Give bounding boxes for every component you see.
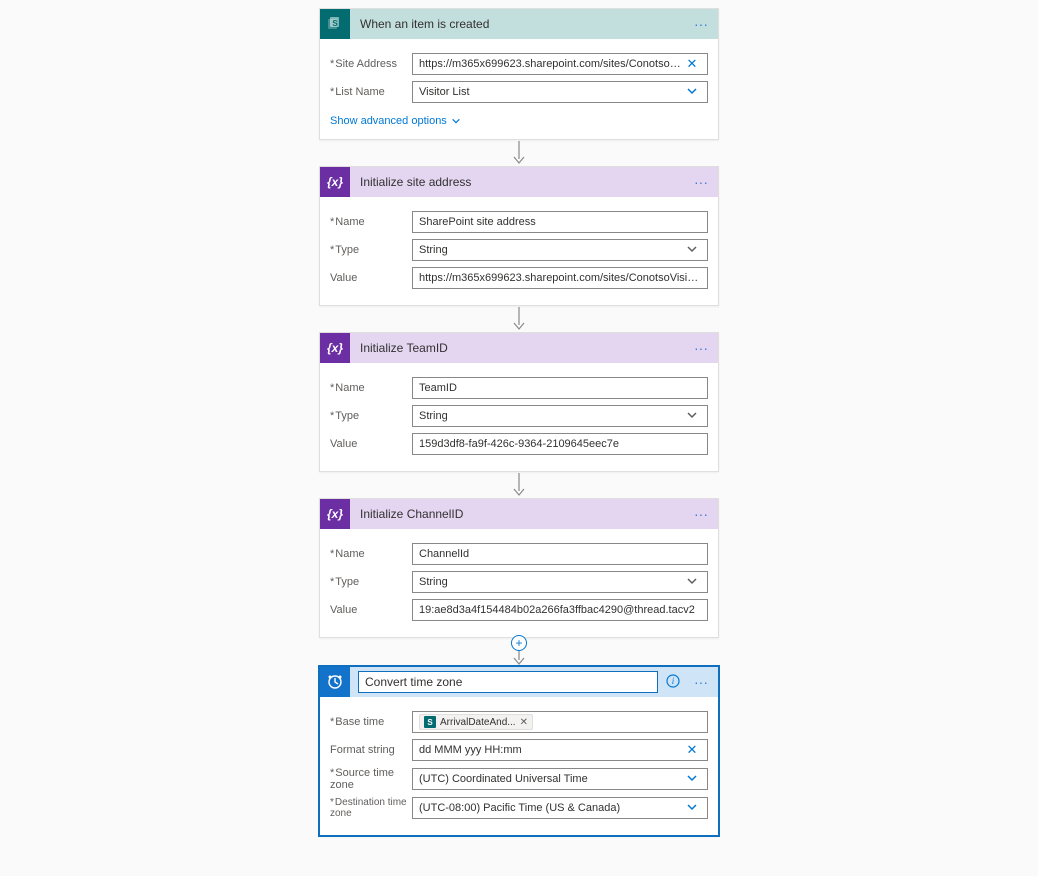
ellipsis-icon[interactable]: ···: [690, 339, 712, 357]
ellipsis-icon[interactable]: ···: [690, 173, 712, 191]
name-input[interactable]: ChannelId: [412, 543, 708, 565]
site-address-input[interactable]: https://m365x699623.sharepoint.com/sites…: [412, 53, 708, 75]
variable-card-site-address: {x} Initialize site address ··· *Name Sh…: [319, 166, 719, 306]
ellipsis-icon[interactable]: ···: [690, 673, 712, 691]
show-advanced-options-link[interactable]: Show advanced options: [330, 115, 461, 127]
chevron-down-icon[interactable]: [683, 243, 701, 258]
chevron-down-icon[interactable]: [683, 772, 701, 787]
name-input[interactable]: TeamID: [412, 377, 708, 399]
name-label: *Name: [330, 216, 412, 228]
connector-arrow[interactable]: [319, 472, 719, 498]
name-label: *Name: [330, 382, 412, 394]
variable-title: Initialize ChannelID: [350, 507, 690, 521]
svg-text:i: i: [672, 676, 675, 686]
variable-card-teamid: {x} Initialize TeamID ··· *Name TeamID *…: [319, 332, 719, 472]
format-string-label: Format string: [330, 744, 412, 756]
variable-icon: {x}: [320, 499, 350, 529]
name-label: *Name: [330, 548, 412, 560]
convert-header[interactable]: Convert time zone i ···: [320, 667, 718, 697]
connector-arrow[interactable]: [319, 140, 719, 166]
value-input[interactable]: https://m365x699623.sharepoint.com/sites…: [412, 267, 708, 289]
chevron-down-icon[interactable]: [683, 575, 701, 590]
value-label: Value: [330, 604, 412, 616]
variable-header[interactable]: {x} Initialize ChannelID ···: [320, 499, 718, 529]
convert-time-zone-card: Convert time zone i ··· *Base time S Arr…: [319, 666, 719, 836]
chevron-down-icon[interactable]: [683, 801, 701, 816]
base-time-input[interactable]: S ArrivalDateAnd... ✕: [412, 711, 708, 733]
action-title-input[interactable]: Convert time zone: [358, 671, 658, 693]
type-label: *Type: [330, 576, 412, 588]
variable-card-channelid: {x} Initialize ChannelID ··· *Name Chann…: [319, 498, 719, 638]
source-tz-label: *Source time zone: [330, 767, 412, 791]
dynamic-content-token[interactable]: S ArrivalDateAnd... ✕: [419, 714, 533, 730]
add-step-button[interactable]: +: [511, 635, 527, 651]
type-label: *Type: [330, 244, 412, 256]
type-input[interactable]: String: [412, 405, 708, 427]
clear-icon[interactable]: ✕: [683, 742, 701, 758]
site-address-label: *Site Address: [330, 58, 412, 70]
connector-arrow[interactable]: [319, 306, 719, 332]
variable-title: Initialize site address: [350, 175, 690, 189]
sharepoint-icon: S: [320, 9, 350, 39]
dest-tz-input[interactable]: (UTC-08:00) Pacific Time (US & Canada): [412, 797, 708, 819]
variable-icon: {x}: [320, 333, 350, 363]
value-input[interactable]: 19:ae8d3a4f154484b02a266fa3ffbac4290@thr…: [412, 599, 708, 621]
name-input[interactable]: SharePoint site address: [412, 211, 708, 233]
trigger-title: When an item is created: [350, 17, 690, 31]
ellipsis-icon[interactable]: ···: [690, 15, 712, 33]
ellipsis-icon[interactable]: ···: [690, 505, 712, 523]
type-label: *Type: [330, 410, 412, 422]
chevron-down-icon[interactable]: [683, 409, 701, 424]
sharepoint-icon: S: [424, 716, 436, 728]
variable-header[interactable]: {x} Initialize TeamID ···: [320, 333, 718, 363]
format-string-input[interactable]: dd MMM yyy HH:mm ✕: [412, 739, 708, 761]
remove-token-icon[interactable]: ✕: [520, 717, 528, 728]
trigger-header[interactable]: S When an item is created ···: [320, 9, 718, 39]
variable-icon: {x}: [320, 167, 350, 197]
info-icon[interactable]: i: [662, 672, 684, 692]
add-step-connector[interactable]: +: [319, 638, 719, 666]
value-label: Value: [330, 272, 412, 284]
value-input[interactable]: 159d3df8-fa9f-426c-9364-2109645eec7e: [412, 433, 708, 455]
svg-text:S: S: [332, 19, 338, 28]
type-input[interactable]: String: [412, 239, 708, 261]
dest-tz-label: *Destination time zone: [330, 797, 412, 819]
value-label: Value: [330, 438, 412, 450]
clock-icon: [320, 667, 350, 697]
clear-icon[interactable]: ✕: [683, 56, 701, 72]
chevron-down-icon[interactable]: [683, 85, 701, 100]
variable-title: Initialize TeamID: [350, 341, 690, 355]
variable-header[interactable]: {x} Initialize site address ···: [320, 167, 718, 197]
list-name-input[interactable]: Visitor List: [412, 81, 708, 103]
trigger-card: S When an item is created ··· *Site Addr…: [319, 8, 719, 140]
source-tz-input[interactable]: (UTC) Coordinated Universal Time: [412, 768, 708, 790]
type-input[interactable]: String: [412, 571, 708, 593]
list-name-label: *List Name: [330, 86, 412, 98]
base-time-label: *Base time: [330, 716, 412, 728]
